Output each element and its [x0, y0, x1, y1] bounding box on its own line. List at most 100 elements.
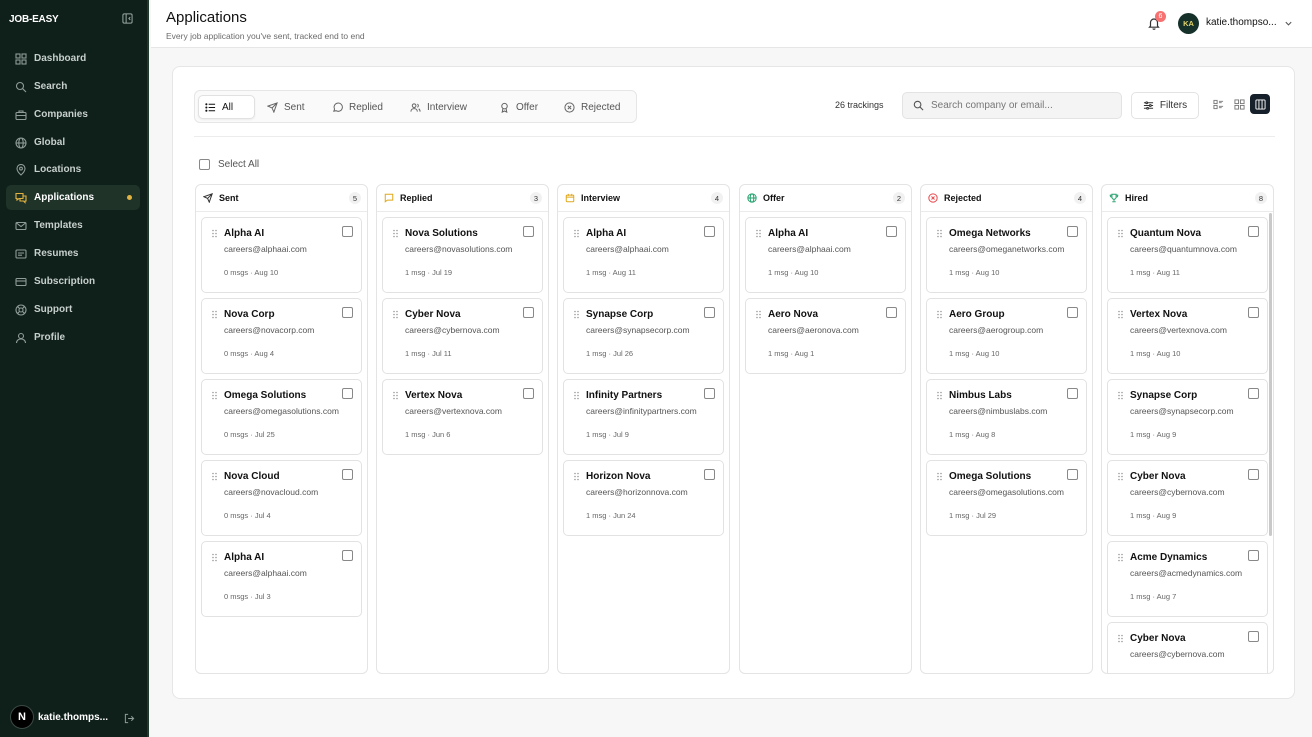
sidebar-user[interactable]: N katie.thomps... — [10, 705, 108, 729]
card-checkbox[interactable] — [704, 226, 715, 237]
filters-button[interactable]: Filters — [1131, 92, 1199, 119]
card-checkbox[interactable] — [704, 307, 715, 318]
application-card[interactable]: Omega Solutions careers@omegasolutions.co… — [926, 460, 1087, 536]
drag-handle-icon[interactable] — [211, 553, 218, 562]
card-checkbox[interactable] — [1067, 307, 1078, 318]
drag-handle-icon[interactable] — [1117, 553, 1124, 562]
tab-interview[interactable]: Interview — [404, 95, 473, 119]
application-card[interactable]: Synapse Corp careers@synapsecorp.com 1 msg… — [563, 298, 724, 374]
card-checkbox[interactable] — [1067, 469, 1078, 480]
card-checkbox[interactable] — [1248, 388, 1259, 399]
tab-all[interactable]: All — [198, 95, 255, 119]
list-view-icon[interactable] — [1208, 94, 1228, 114]
application-card[interactable]: Synapse Corp careers@synapsecorp.com 1 msg… — [1107, 379, 1268, 455]
application-card[interactable]: Omega Solutions careers@omegasolutions.co… — [201, 379, 362, 455]
application-card[interactable]: Aero Group careers@aerogroup.com 1 msg · A… — [926, 298, 1087, 374]
drag-handle-icon[interactable] — [1117, 310, 1124, 319]
application-card[interactable]: Alpha AI careers@alphaai.com 0 msgs · Jul … — [201, 541, 362, 617]
card-checkbox[interactable] — [342, 550, 353, 561]
card-checkbox[interactable] — [1248, 550, 1259, 561]
chevron-down-icon[interactable] — [1284, 19, 1293, 28]
application-card[interactable]: Vertex Nova careers@vertexnova.com 1 msg ·… — [382, 379, 543, 455]
grid-view-icon[interactable] — [1229, 94, 1249, 114]
application-card[interactable]: Nova Corp careers@novacorp.com 0 msgs · Au… — [201, 298, 362, 374]
tab-sent[interactable]: Sent — [261, 95, 311, 119]
application-card[interactable]: Nova Solutions careers@novasolutions.com 1… — [382, 217, 543, 293]
drag-handle-icon[interactable] — [936, 229, 943, 238]
sidebar-item-subscription[interactable]: Subscription — [6, 269, 140, 294]
drag-handle-icon[interactable] — [211, 229, 218, 238]
application-card[interactable]: Quantum Nova careers@quantumnova.com 1 msg… — [1107, 217, 1268, 293]
column-scrollbar[interactable] — [1269, 213, 1272, 536]
drag-handle-icon[interactable] — [1117, 391, 1124, 400]
card-checkbox[interactable] — [1248, 307, 1259, 318]
card-checkbox[interactable] — [1067, 388, 1078, 399]
select-all[interactable]: Select All — [199, 159, 259, 170]
drag-handle-icon[interactable] — [936, 472, 943, 481]
search-box[interactable] — [902, 92, 1122, 119]
board-view-icon[interactable] — [1250, 94, 1270, 114]
application-card[interactable]: Omega Networks careers@omeganetworks.com 1… — [926, 217, 1087, 293]
card-checkbox[interactable] — [704, 388, 715, 399]
sidebar-item-dashboard[interactable]: Dashboard — [6, 46, 140, 71]
drag-handle-icon[interactable] — [936, 391, 943, 400]
drag-handle-icon[interactable] — [392, 391, 399, 400]
application-card[interactable]: Alpha AI careers@alphaai.com 1 msg · Aug 1… — [563, 217, 724, 293]
drag-handle-icon[interactable] — [1117, 229, 1124, 238]
drag-handle-icon[interactable] — [573, 310, 580, 319]
drag-handle-icon[interactable] — [392, 310, 399, 319]
drag-handle-icon[interactable] — [755, 229, 762, 238]
drag-handle-icon[interactable] — [573, 472, 580, 481]
drag-handle-icon[interactable] — [1117, 634, 1124, 643]
drag-handle-icon[interactable] — [936, 310, 943, 319]
drag-handle-icon[interactable] — [573, 229, 580, 238]
application-card[interactable]: Vertex Nova careers@vertexnova.com 1 msg ·… — [1107, 298, 1268, 374]
sidebar-item-support[interactable]: Support — [6, 297, 140, 322]
application-card[interactable]: Alpha AI careers@alphaai.com 0 msgs · Aug … — [201, 217, 362, 293]
card-checkbox[interactable] — [1248, 631, 1259, 642]
logout-icon[interactable] — [124, 713, 135, 724]
drag-handle-icon[interactable] — [211, 472, 218, 481]
search-input[interactable] — [931, 100, 1111, 111]
card-checkbox[interactable] — [886, 307, 897, 318]
application-card[interactable]: Nimbus Labs careers@nimbuslabs.com 1 msg ·… — [926, 379, 1087, 455]
application-card[interactable]: Cyber Nova careers@cybernova.com 1 msg · J… — [382, 298, 543, 374]
card-checkbox[interactable] — [1248, 469, 1259, 480]
sidebar-item-templates[interactable]: Templates — [6, 213, 140, 238]
drag-handle-icon[interactable] — [755, 310, 762, 319]
application-card[interactable]: Acme Dynamics careers@acmedynamics.com 1 m… — [1107, 541, 1268, 617]
card-checkbox[interactable] — [523, 307, 534, 318]
card-checkbox[interactable] — [342, 469, 353, 480]
drag-handle-icon[interactable] — [211, 391, 218, 400]
drag-handle-icon[interactable] — [573, 391, 580, 400]
sidebar-item-resumes[interactable]: Resumes — [6, 241, 140, 266]
application-card[interactable]: Cyber Nova careers@cybernova.com 1 msg · A… — [1107, 460, 1268, 536]
drag-handle-icon[interactable] — [211, 310, 218, 319]
sidebar-item-companies[interactable]: Companies — [6, 102, 140, 127]
card-checkbox[interactable] — [523, 226, 534, 237]
card-checkbox[interactable] — [1248, 226, 1259, 237]
tab-replied[interactable]: Replied — [326, 95, 389, 119]
card-checkbox[interactable] — [1067, 226, 1078, 237]
card-checkbox[interactable] — [704, 469, 715, 480]
application-card[interactable]: Nova Cloud careers@novacloud.com 0 msgs · … — [201, 460, 362, 536]
tab-rejected[interactable]: Rejected — [558, 95, 626, 119]
sidebar-collapse-icon[interactable] — [122, 13, 133, 24]
sidebar-item-global[interactable]: Global — [6, 130, 140, 155]
drag-handle-icon[interactable] — [1117, 472, 1124, 481]
card-checkbox[interactable] — [342, 307, 353, 318]
select-all-checkbox[interactable] — [199, 159, 210, 170]
drag-handle-icon[interactable] — [392, 229, 399, 238]
header-username[interactable]: katie.thompso... — [1206, 17, 1277, 28]
card-checkbox[interactable] — [342, 226, 353, 237]
tab-offer[interactable]: Offer — [493, 95, 544, 119]
avatar[interactable]: KA — [1178, 13, 1199, 34]
card-checkbox[interactable] — [523, 388, 534, 399]
sidebar-item-profile[interactable]: Profile — [6, 325, 140, 350]
card-checkbox[interactable] — [342, 388, 353, 399]
sidebar-item-search[interactable]: Search — [6, 74, 140, 99]
sidebar-item-applications[interactable]: Applications — [6, 185, 140, 210]
card-checkbox[interactable] — [886, 226, 897, 237]
sidebar-item-locations[interactable]: Locations — [6, 157, 140, 182]
application-card[interactable]: Cyber Nova careers@cybernova.com — [1107, 622, 1268, 673]
